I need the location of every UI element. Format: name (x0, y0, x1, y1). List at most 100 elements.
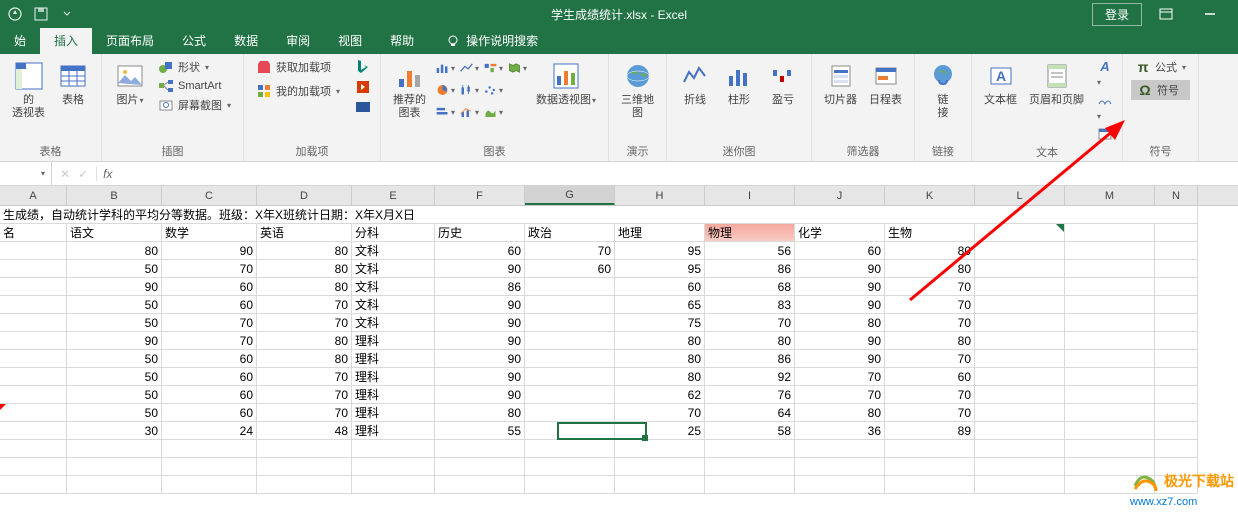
cell[interactable]: 90 (795, 260, 885, 278)
cell[interactable] (525, 476, 615, 494)
cell[interactable]: 80 (615, 350, 705, 368)
cell[interactable]: 80 (257, 242, 352, 260)
cell[interactable]: 76 (705, 386, 795, 404)
tab-data[interactable]: 数据 (220, 27, 272, 54)
cell[interactable]: 90 (435, 350, 525, 368)
cell[interactable]: 80 (705, 332, 795, 350)
cell[interactable]: 83 (705, 296, 795, 314)
cell[interactable]: 物理 (705, 224, 795, 242)
cell[interactable]: 50 (67, 314, 162, 332)
cell[interactable]: 70 (257, 314, 352, 332)
cell[interactable]: 80 (257, 260, 352, 278)
cell[interactable] (525, 422, 615, 440)
sparkline-winloss-button[interactable]: 盈亏 (763, 58, 803, 109)
cell[interactable]: 理科 (352, 350, 435, 368)
cell[interactable] (1065, 314, 1155, 332)
cell[interactable] (1065, 278, 1155, 296)
cell[interactable] (525, 386, 615, 404)
save-icon[interactable] (32, 5, 50, 23)
cell[interactable] (1155, 296, 1198, 314)
cell[interactable] (525, 440, 615, 458)
cell[interactable]: 50 (67, 296, 162, 314)
cell[interactable] (1155, 404, 1198, 422)
column-header[interactable]: L (975, 186, 1065, 205)
cell[interactable]: 名 (0, 224, 67, 242)
cell[interactable]: 80 (257, 332, 352, 350)
cell[interactable]: 70 (162, 314, 257, 332)
sparkline-line-button[interactable]: 折线 (675, 58, 715, 109)
cell[interactable]: 70 (795, 368, 885, 386)
cell[interactable]: 80 (615, 368, 705, 386)
get-addins-button[interactable]: 获取加载项 (252, 58, 344, 76)
cell[interactable] (795, 440, 885, 458)
cell[interactable]: 90 (67, 332, 162, 350)
cell[interactable]: 80 (257, 350, 352, 368)
object-icon[interactable] (1096, 126, 1114, 142)
cell[interactable] (0, 458, 67, 476)
cell[interactable]: 90 (435, 296, 525, 314)
cell[interactable]: 62 (615, 386, 705, 404)
cell[interactable]: 80 (885, 332, 975, 350)
symbol-button[interactable]: Ω符号 (1131, 80, 1190, 100)
cell[interactable]: 30 (67, 422, 162, 440)
column-header[interactable]: A (0, 186, 67, 205)
cell[interactable]: 80 (885, 260, 975, 278)
tab-home[interactable]: 始 (0, 27, 40, 54)
cell[interactable] (1065, 386, 1155, 404)
cell[interactable]: 文科 (352, 296, 435, 314)
cell[interactable]: 数学 (162, 224, 257, 242)
cell[interactable] (67, 458, 162, 476)
cell[interactable]: 70 (885, 314, 975, 332)
cell[interactable]: 65 (615, 296, 705, 314)
cell[interactable] (615, 476, 705, 494)
cell[interactable]: 90 (795, 296, 885, 314)
column-header[interactable]: D (257, 186, 352, 205)
cell[interactable]: 86 (435, 278, 525, 296)
autosave-icon[interactable] (6, 5, 24, 23)
cell[interactable] (975, 476, 1065, 494)
tab-pagelayout[interactable]: 页面布局 (92, 27, 168, 54)
cell[interactable]: 80 (795, 314, 885, 332)
cell[interactable]: 英语 (257, 224, 352, 242)
column-header[interactable]: M (1065, 186, 1155, 205)
cell[interactable]: 50 (67, 404, 162, 422)
cell[interactable] (885, 476, 975, 494)
cell[interactable] (705, 440, 795, 458)
cell[interactable] (975, 422, 1065, 440)
minimize-icon[interactable] (1190, 0, 1230, 28)
cell[interactable] (1155, 242, 1198, 260)
people-graph-icon[interactable] (354, 78, 372, 96)
surface-chart-icon[interactable]: ▾ (482, 102, 504, 122)
cell[interactable]: 60 (435, 242, 525, 260)
pie-chart-icon[interactable]: ▾ (434, 80, 456, 100)
cell[interactable]: 理科 (352, 404, 435, 422)
cell[interactable]: 80 (615, 332, 705, 350)
cell[interactable] (525, 404, 615, 422)
cell[interactable]: 55 (435, 422, 525, 440)
cell[interactable]: 56 (705, 242, 795, 260)
cell[interactable] (705, 476, 795, 494)
cell[interactable]: 90 (795, 350, 885, 368)
cell[interactable] (1065, 404, 1155, 422)
cell[interactable]: 文科 (352, 260, 435, 278)
cell[interactable] (0, 332, 67, 350)
cell[interactable] (162, 458, 257, 476)
cell[interactable] (975, 386, 1065, 404)
cell[interactable]: 50 (67, 368, 162, 386)
column-header[interactable]: K (885, 186, 975, 205)
fx-icon[interactable]: fx (96, 167, 118, 181)
ribbon-display-icon[interactable] (1146, 0, 1186, 28)
login-button[interactable]: 登录 (1092, 3, 1142, 26)
cell[interactable] (257, 458, 352, 476)
cancel-icon[interactable]: ✕ (60, 167, 70, 181)
cell[interactable]: 70 (615, 404, 705, 422)
cell[interactable]: 80 (885, 242, 975, 260)
visio-icon[interactable] (354, 98, 372, 116)
name-box[interactable]: ▾ (0, 162, 52, 185)
tell-me-search[interactable]: 操作说明搜索 (436, 27, 548, 54)
wordart-icon[interactable]: A▾ (1096, 58, 1114, 88)
cell[interactable]: 95 (615, 242, 705, 260)
cell[interactable] (1065, 260, 1155, 278)
cell[interactable] (352, 458, 435, 476)
bar-chart-icon[interactable]: ▾ (434, 102, 456, 122)
